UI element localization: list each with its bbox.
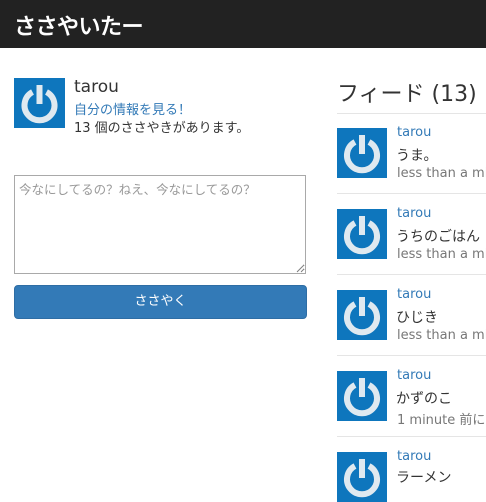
feed-divider (337, 274, 486, 275)
feed-item-avatar[interactable] (337, 371, 387, 421)
power-icon (337, 290, 387, 340)
submit-button[interactable]: ささやく (14, 285, 307, 319)
feed-item-text: かずのこ (396, 391, 452, 407)
tweet-textarea[interactable] (14, 175, 306, 274)
feed-item-time: 1 minute 前に手 (397, 413, 486, 428)
feed-title: フィード (13) (337, 82, 477, 107)
power-icon (337, 371, 387, 421)
power-icon (337, 128, 387, 178)
feed-item-user[interactable]: tarou (397, 206, 431, 221)
feed-item-avatar[interactable] (337, 128, 387, 178)
feed-item-user[interactable]: tarou (397, 449, 431, 464)
feed-item-time: less than a mi (397, 247, 486, 262)
feed-divider (337, 355, 486, 356)
navbar: ささやいたー (0, 0, 486, 48)
power-icon (337, 452, 387, 502)
feed-item-text: ラーメン (396, 470, 452, 486)
power-icon (337, 209, 387, 259)
feed-item-user[interactable]: tarou (397, 368, 431, 383)
feed-item-user[interactable]: tarou (397, 125, 431, 140)
feed-divider (337, 193, 486, 194)
feed-item-text: ひじき (396, 310, 438, 326)
feed-item-text: うちのごはん (396, 229, 480, 245)
feed-divider (337, 113, 486, 114)
feed-divider (337, 436, 486, 437)
feed-item-time: less than a mi (397, 166, 486, 181)
profile-username: tarou (74, 77, 119, 97)
profile-info-link[interactable]: 自分の情報を見る！ (74, 99, 191, 118)
feed-item-text: うま。 (396, 148, 438, 164)
feed-item-time: less than a mi (397, 328, 486, 343)
feed-item-avatar[interactable] (337, 290, 387, 340)
power-icon (14, 78, 65, 128)
profile-avatar[interactable] (14, 78, 65, 128)
feed-item-avatar[interactable] (337, 209, 387, 259)
feed-item-avatar[interactable] (337, 452, 387, 502)
brand-title[interactable]: ささやいたー (14, 9, 144, 41)
feed-item-user[interactable]: tarou (397, 287, 431, 302)
profile-tweet-count: 13 個のささやきがあります。 (74, 121, 250, 136)
